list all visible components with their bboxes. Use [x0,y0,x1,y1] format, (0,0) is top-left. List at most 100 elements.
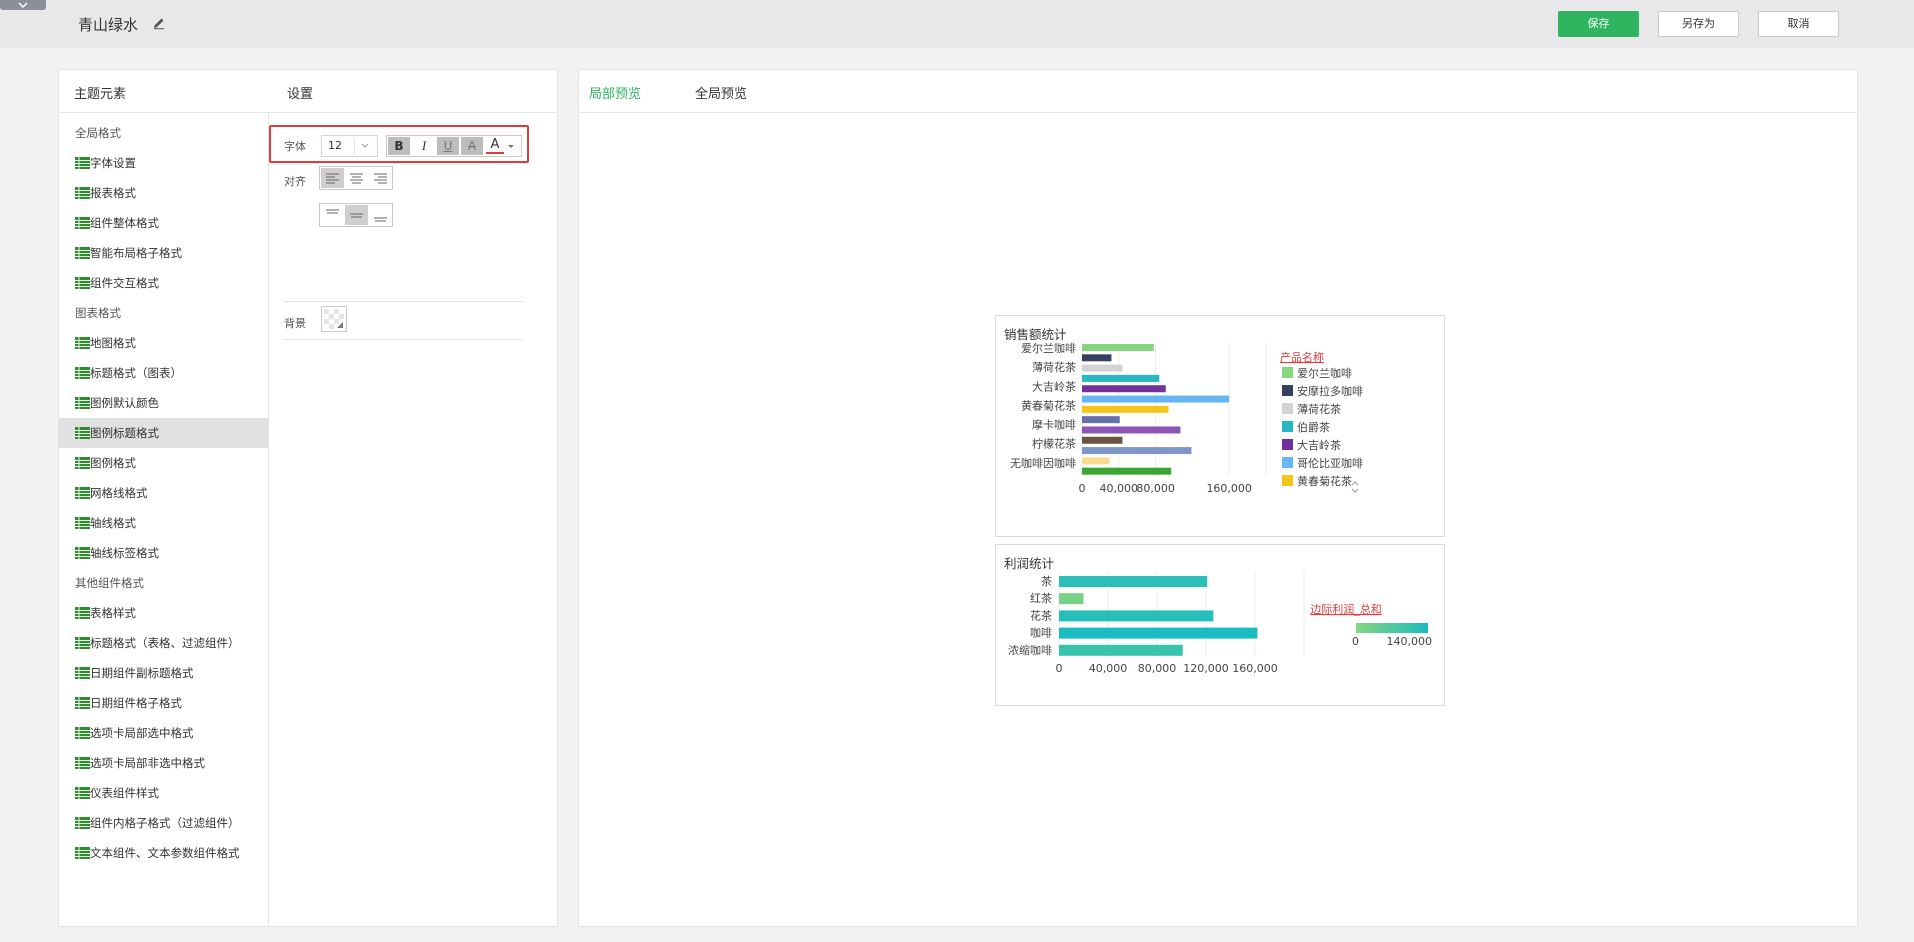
tree-group[interactable]: 其他组件格式 [59,568,268,598]
tree-group[interactable]: 图表格式 [59,298,268,328]
tree-item[interactable]: 图例默认颜色 [59,388,268,418]
tree-item-label: 智能布局格子格式 [90,246,182,260]
bar [1082,374,1160,382]
settings-heading: 设置 [287,87,314,102]
tree-item[interactable]: 地图格式 [59,328,268,358]
align-top-icon [326,209,339,214]
tree-item[interactable]: 选项卡局部选中格式 [59,718,268,748]
tree-item[interactable]: 选项卡局部非选中格式 [59,748,268,778]
tree-item[interactable]: 字体设置 [59,148,268,178]
tick-label: 40,000 [1089,662,1128,675]
align-middle-button[interactable] [345,205,368,225]
font-size-value: 12 [328,139,342,152]
save-button[interactable]: 保存 [1558,11,1639,37]
table-icon [75,547,90,559]
tree-item[interactable]: 组件整体格式 [59,208,268,238]
font-color-button[interactable]: A [486,137,504,154]
bar [1059,644,1183,656]
tree-item-label: 地图格式 [90,336,136,350]
align-center-button[interactable] [345,168,368,188]
table-icon [75,247,90,259]
category-label: 爱尔兰咖啡 [1021,341,1076,355]
table-icon [75,637,90,649]
tick-label: 80,000 [1136,482,1175,495]
tree-item[interactable]: 标题格式（图表） [59,358,268,388]
underline-button[interactable]: U [437,137,459,155]
sales-bar-chart: 爱尔兰咖啡薄荷花茶大吉岭茶黄春菊花茶摩卡咖啡柠檬花茶无咖啡因咖啡0 40,0008… [1010,341,1363,495]
legend-title: 边际利润_总和 [1310,602,1382,616]
bar [1059,593,1084,605]
collapse-toggle[interactable] [0,0,46,10]
tree-item[interactable]: 图例标题格式 [59,418,268,448]
bar [1082,395,1230,403]
caret-down-icon[interactable] [506,141,516,151]
save-as-button[interactable]: 另存为 [1658,11,1739,37]
profit-chart-card: 利润统计 茶红茶 花茶 咖啡 浓缩咖啡 0 40,000 80,000 120,000 160,… [995,544,1445,706]
theme-element-tree: 全局格式字体设置报表格式组件整体格式智能布局格子格式 组件交互格式图表格式地图格式… [59,118,268,868]
divider [59,112,557,113]
tree-item[interactable]: 标题格式（表格、过滤组件） [59,628,268,658]
tree-item[interactable]: 组件交互格式 [59,268,268,298]
tree-item-label: 字体设置 [90,156,136,170]
edit-icon[interactable] [152,16,166,30]
tree-item[interactable]: 组件内格子格式（过滤组件） [59,808,268,838]
tree-item[interactable]: 报表格式 [59,178,268,208]
legend-swatch [1282,475,1293,486]
tree-item[interactable]: 轴线标签格式 [59,538,268,568]
legend-swatch [1282,421,1293,432]
category-label: 无咖啡因咖啡 [1010,456,1076,470]
tree-item[interactable]: 日期组件格子格式 [59,688,268,718]
tick-label: 160,000 [1232,662,1278,675]
table-icon [75,427,90,439]
background-color-picker[interactable] [321,306,347,332]
tree-item-label: 组件内格子格式（过滤组件） [90,816,240,830]
tree-item[interactable]: 仪表组件样式 [59,778,268,808]
table-icon [75,517,90,529]
tree-item[interactable]: 轴线格式 [59,508,268,538]
tree-item[interactable]: 表格样式 [59,598,268,628]
tree-group[interactable]: 全局格式 [59,118,268,148]
legend-swatch [1282,385,1293,396]
align-left-button[interactable] [321,168,344,188]
tree-item-label: 图例标题格式 [90,426,159,440]
cancel-button[interactable]: 取消 [1758,11,1839,37]
strikethrough-button[interactable]: A [461,137,483,155]
bar [1082,354,1112,362]
legend-label: 黄春菊花茶 [1297,474,1352,488]
legend-title: 产品名称 [1280,350,1324,364]
align-bottom-button[interactable] [369,205,392,225]
align-middle-icon [350,213,363,218]
table-icon [75,607,90,619]
bold-button[interactable]: B [388,137,410,155]
table-icon [75,847,90,859]
align-right-button[interactable] [369,168,392,188]
table-icon [75,367,90,379]
chevron-down-icon [18,2,28,8]
category-label: 大吉岭茶 [1032,379,1076,393]
table-icon [75,337,90,349]
tree-item-label: 组件交互格式 [90,276,159,290]
bar [1082,426,1181,434]
tree-item[interactable]: 网格线格式 [59,478,268,508]
tab-local-preview[interactable]: 局部预览 [589,83,641,102]
table-icon [75,727,90,739]
legend-gradient-bar [1356,623,1428,633]
tree-item[interactable]: 智能布局格子格式 [59,238,268,268]
italic-button[interactable]: I [413,137,435,155]
text-format-toolbar: B I U A A [386,135,522,157]
align-top-button[interactable] [321,205,344,225]
tick-label: 160,000 [1206,482,1252,495]
tree-item-label: 组件整体格式 [90,216,159,230]
tree-item[interactable]: 日期组件副标题格式 [59,658,268,688]
font-size-select[interactable]: 12 [321,135,378,157]
tab-global-preview[interactable]: 全局预览 [695,83,747,102]
table-icon [75,787,90,799]
tree-item[interactable]: 文本组件、文本参数组件格式 [59,838,268,868]
tick-label: 0 [1079,482,1086,495]
tree-item[interactable]: 图例格式 [59,448,268,478]
table-icon [75,817,90,829]
preview-panel: 局部预览 全局预览 销售额统计 爱尔兰咖啡 薄荷花茶 大吉岭茶 黄春菊花茶 摩卡咖啡 柠檬… [578,69,1858,927]
divider [268,112,269,927]
bar [1082,436,1123,444]
divider [283,301,523,302]
